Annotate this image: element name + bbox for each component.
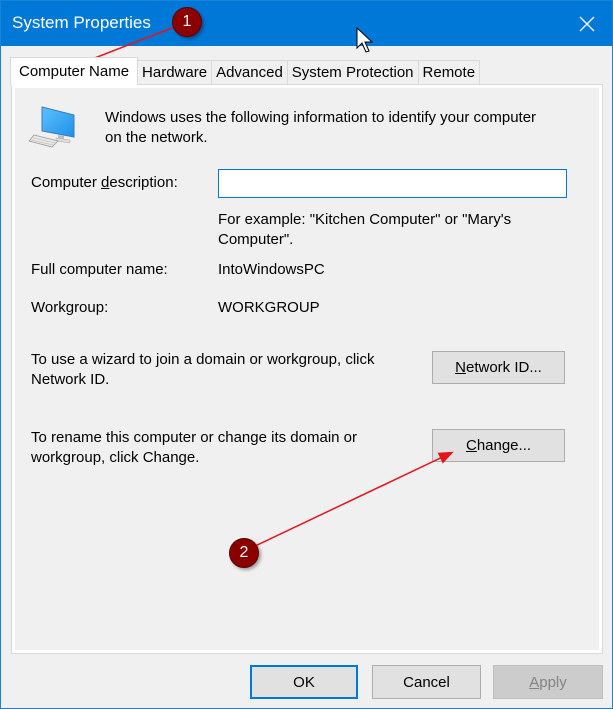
- computer-description-input[interactable]: [218, 169, 567, 198]
- close-button[interactable]: [570, 7, 604, 41]
- tab-remote[interactable]: Remote: [417, 60, 481, 85]
- workgroup-label: Workgroup:: [31, 299, 109, 316]
- tab-strip: Computer Name Hardware Advanced System P…: [10, 57, 481, 85]
- change-description: To rename this computer or change its do…: [31, 429, 357, 466]
- computer-description-label: Computer description:: [31, 174, 178, 191]
- ok-button[interactable]: OK: [250, 665, 358, 699]
- tab-computer-name[interactable]: Computer Name: [10, 57, 139, 85]
- title-bar[interactable]: System Properties: [1, 1, 612, 46]
- cancel-button[interactable]: Cancel: [372, 665, 481, 699]
- mouse-cursor-icon: [356, 27, 374, 53]
- description-example-text: For example: "Kitchen Computer" or "Mary…: [218, 211, 512, 248]
- annotation-badge-1: 1: [172, 7, 202, 37]
- window-title: System Properties: [12, 13, 151, 32]
- network-id-description: To use a wizard to join a domain or work…: [31, 351, 375, 388]
- full-computer-name-value: IntoWindowsPC: [218, 261, 325, 278]
- full-computer-name-label: Full computer name:: [31, 261, 168, 278]
- tab-advanced[interactable]: Advanced: [211, 60, 288, 85]
- close-icon: [579, 16, 595, 32]
- network-id-button[interactable]: Network ID...: [432, 351, 565, 384]
- apply-button[interactable]: Apply: [493, 665, 603, 699]
- workgroup-value: WORKGROUP: [218, 299, 320, 316]
- change-button[interactable]: Change...: [432, 429, 565, 462]
- computer-icon: [28, 106, 75, 148]
- tab-hardware[interactable]: Hardware: [137, 60, 213, 85]
- tab-system-protection[interactable]: System Protection: [286, 60, 419, 85]
- system-properties-window: System Properties Computer Name Hardware…: [0, 0, 613, 709]
- intro-text: Windows uses the following information t…: [105, 109, 537, 146]
- annotation-badge-2: 2: [229, 538, 259, 568]
